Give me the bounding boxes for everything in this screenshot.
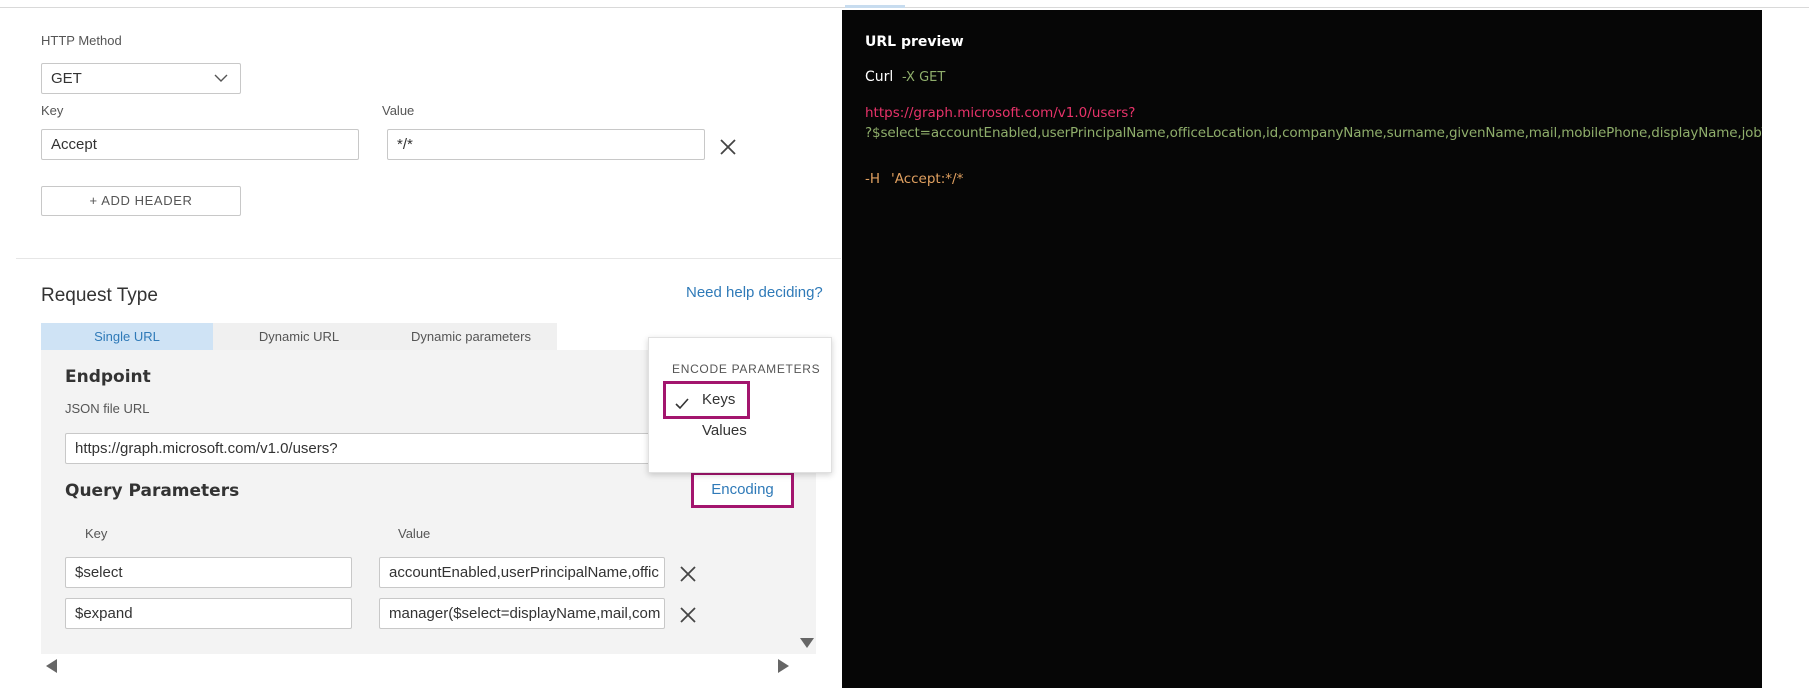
encoding-button[interactable]: Encoding — [691, 472, 794, 508]
encode-option-keys-label: Keys — [702, 391, 736, 408]
remove-param-button[interactable] — [677, 604, 699, 626]
http-method-value: GET — [51, 70, 82, 87]
page-right-margin — [1762, 10, 1809, 688]
top-bar — [0, 0, 1809, 8]
chevron-down-icon — [214, 71, 228, 85]
request-type-title: Request Type — [41, 285, 158, 306]
encode-parameters-popup: ENCODE PARAMETERS Keys Values — [648, 337, 832, 473]
json-url-input[interactable]: https://graph.microsoft.com/v1.0/users? — [65, 433, 655, 464]
close-icon — [680, 607, 696, 623]
remove-header-button[interactable] — [717, 136, 739, 158]
section-divider — [16, 258, 841, 259]
preview-header-flag: -H — [865, 171, 881, 187]
header-value-input[interactable]: */* — [387, 129, 705, 160]
encode-option-keys[interactable]: Keys — [663, 381, 750, 419]
param-key-input[interactable]: $expand — [65, 598, 352, 629]
encode-parameters-header: ENCODE PARAMETERS — [672, 362, 821, 376]
curl-method: -X GET — [902, 70, 946, 85]
header-key-input[interactable]: Accept — [41, 129, 359, 160]
scroll-right-arrow[interactable] — [778, 659, 789, 673]
scroll-down-arrow[interactable] — [800, 638, 814, 648]
top-tab-indicator — [845, 5, 905, 8]
tab-single-url[interactable]: Single URL — [41, 323, 213, 350]
query-parameters-title: Query Parameters — [65, 481, 240, 501]
url-preview-panel: URL preview Curl -X GET https://graph.mi… — [842, 10, 1762, 688]
add-header-button[interactable]: + ADD HEADER — [41, 186, 241, 216]
http-method-label: HTTP Method — [41, 33, 122, 48]
json-url-label: JSON file URL — [65, 401, 150, 416]
tab-dynamic-parameters[interactable]: Dynamic parameters — [385, 323, 557, 350]
tab-dynamic-url[interactable]: Dynamic URL — [213, 323, 385, 350]
url-preview-title: URL preview — [865, 34, 964, 50]
query-value-label: Value — [398, 526, 431, 541]
curl-label: Curl — [865, 69, 894, 85]
close-icon — [680, 566, 696, 582]
preview-header-value: 'Accept:*/* — [891, 171, 964, 187]
encode-option-values[interactable]: Values — [702, 422, 747, 439]
scroll-left-arrow[interactable] — [46, 659, 57, 673]
param-value-input[interactable]: manager($select=displayName,mail,com — [379, 598, 665, 629]
header-value-label: Value — [382, 103, 415, 118]
header-key-label: Key — [41, 103, 64, 118]
param-key-input[interactable]: $select — [65, 557, 352, 588]
param-value-input[interactable]: accountEnabled,userPrincipalName,offic — [379, 557, 665, 588]
preview-url-query: ?$select=accountEnabled,userPrincipalNam… — [865, 125, 1762, 141]
close-icon — [720, 139, 736, 155]
preview-url-base: https://graph.microsoft.com/v1.0/users? — [865, 105, 1136, 121]
endpoint-title: Endpoint — [65, 367, 151, 387]
request-type-tabs: Single URL Dynamic URL Dynamic parameter… — [41, 323, 557, 350]
remove-param-button[interactable] — [677, 563, 699, 585]
help-deciding-link[interactable]: Need help deciding? — [686, 284, 823, 301]
query-key-label: Key — [85, 526, 108, 541]
checkmark-icon — [674, 392, 690, 424]
http-method-select[interactable]: GET — [41, 63, 241, 94]
